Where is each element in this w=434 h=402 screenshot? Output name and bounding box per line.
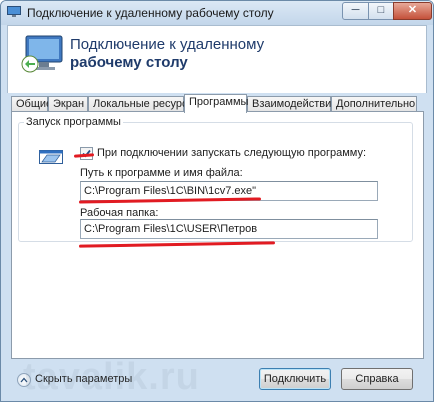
tab-bar: Общие Экран Локальные ресурсы Программы …: [11, 94, 423, 113]
start-program-label: При подключении запускать следующую прог…: [97, 147, 367, 159]
connect-button[interactable]: Подключить: [259, 368, 331, 390]
header-title-line2: рабочему столу: [70, 54, 188, 71]
maximize-button[interactable]: □: [368, 2, 394, 20]
working-folder-label: Рабочая папка:: [80, 207, 159, 219]
close-button[interactable]: ✕: [393, 2, 432, 20]
watermark-text: tavalik.ru: [23, 356, 200, 398]
tab-local-resources[interactable]: Локальные ресурсы: [88, 96, 195, 112]
red-underline-workdir: [78, 241, 276, 248]
program-window-icon: [39, 150, 63, 164]
title-bar[interactable]: Подключение к удаленному рабочему столу …: [1, 1, 433, 25]
programs-panel: Запуск программы При подключении запуска…: [11, 111, 424, 359]
tab-programs[interactable]: Программы: [184, 94, 248, 113]
header-title-line1: Подключение к удаленному: [70, 36, 265, 53]
tab-general[interactable]: Общие: [11, 96, 52, 112]
window-title: Подключение к удаленному рабочему столу: [27, 6, 274, 20]
tab-display[interactable]: Экран: [48, 96, 88, 112]
working-folder-input[interactable]: C:\Program Files\1C\USER\Петров: [80, 219, 378, 239]
group-title: Запуск программы: [24, 116, 123, 128]
dialog-header: Подключение к удаленному рабочему столу: [7, 25, 427, 93]
tab-experience[interactable]: Взаимодействие: [247, 96, 337, 112]
tab-advanced[interactable]: Дополнительно: [331, 96, 417, 112]
remote-desktop-monitor-icon: [21, 35, 63, 73]
program-path-label: Путь к программе и имя файла:: [80, 167, 243, 179]
rdp-window: Подключение к удаленному рабочему столу …: [0, 0, 434, 402]
minimize-button[interactable]: ─: [342, 2, 369, 20]
remote-desktop-app-icon: [7, 6, 21, 17]
help-button[interactable]: Справка: [341, 368, 413, 390]
program-start-group: Запуск программы При подключении запуска…: [18, 116, 413, 248]
